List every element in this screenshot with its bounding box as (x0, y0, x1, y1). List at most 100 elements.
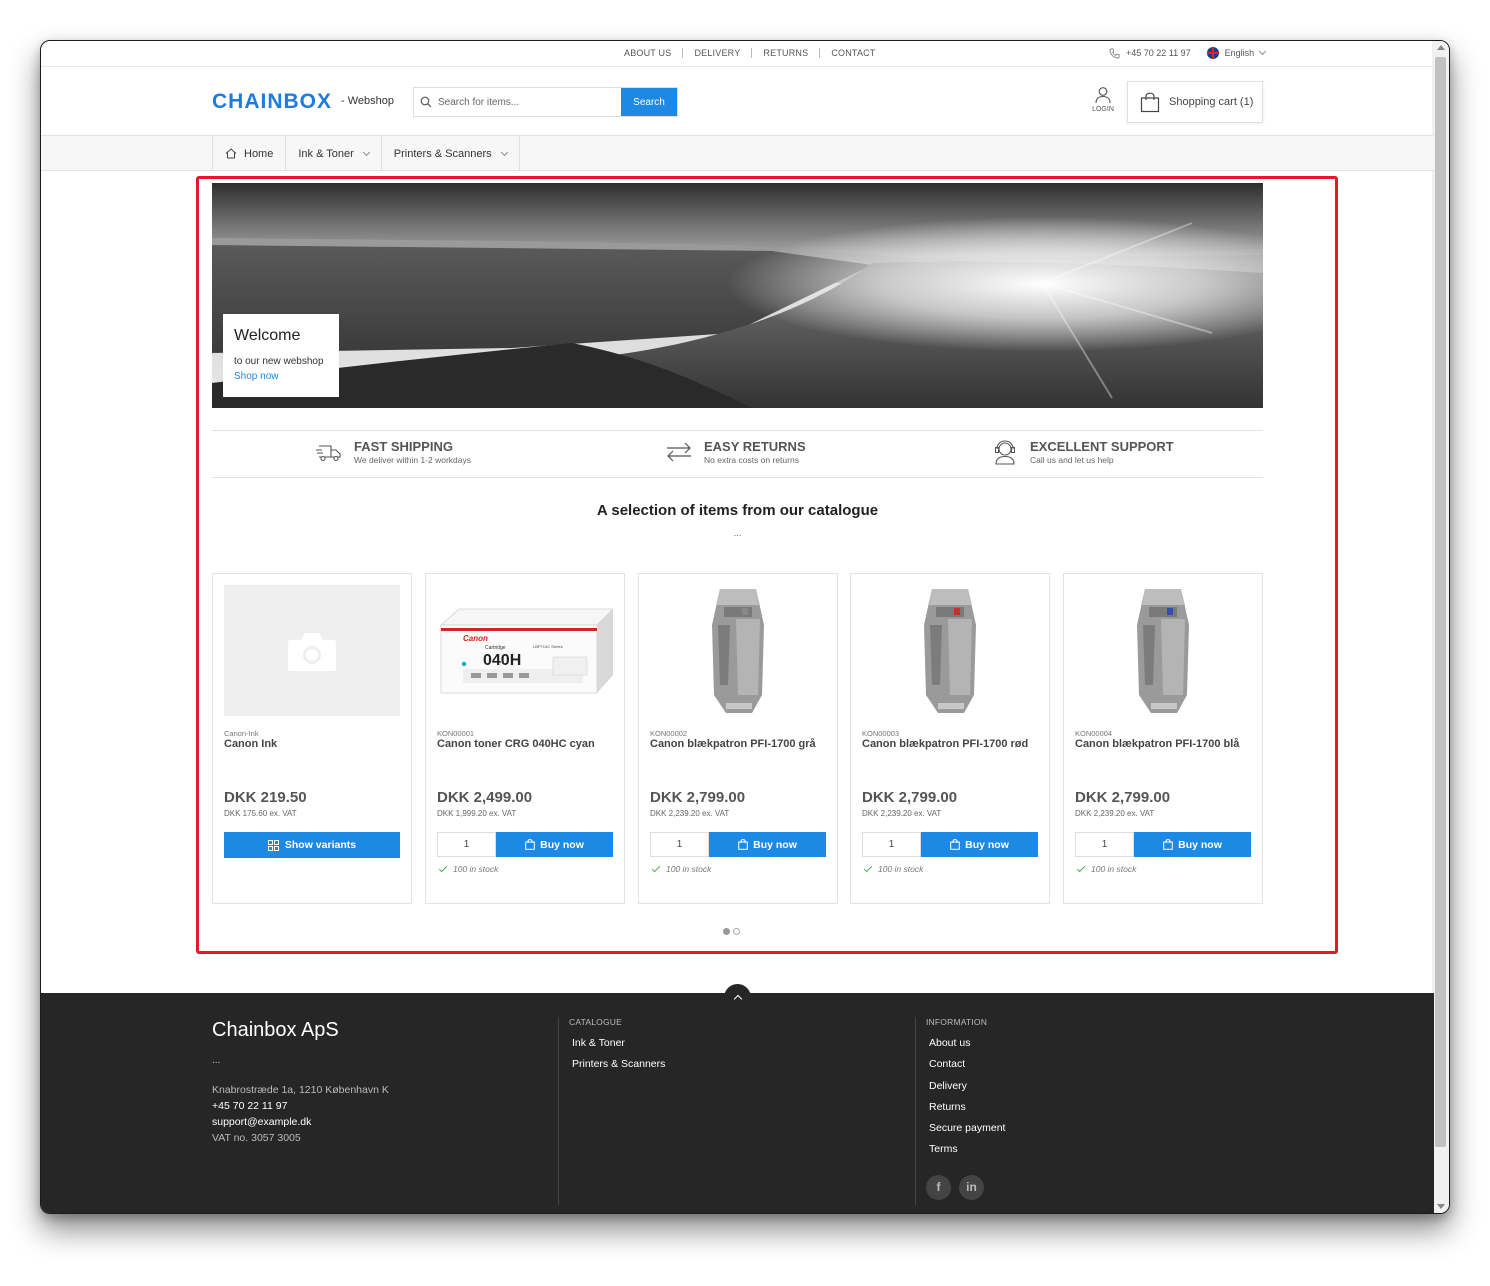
footer-address: Knabrostræde 1a, 1210 København K (212, 1084, 389, 1096)
scroll-thumb[interactable] (1435, 57, 1446, 1147)
nav-menu: Home Ink & Toner Printers & Scanners (212, 136, 520, 171)
truck-icon (316, 445, 341, 462)
product-image[interactable] (650, 585, 826, 716)
svg-text:040H: 040H (483, 652, 521, 669)
feature-subtitle: Call us and let us help (1030, 455, 1114, 465)
scroll-up-arrow-icon[interactable] (1437, 45, 1445, 50)
product-card[interactable]: Canon Cartridge 040H LBP710C Series KON0… (425, 573, 625, 904)
feature-excellent-support: EXCELLENT SUPPORT Call us and let us hel… (992, 439, 1174, 465)
search-input[interactable]: Search for items... (438, 88, 621, 116)
product-name[interactable]: Canon blækpatron PFI-1700 rød (862, 738, 1042, 750)
product-price: DKK 2,799.00 (650, 789, 746, 806)
linkedin-icon[interactable]: in (959, 1174, 984, 1200)
product-sku: Canon-Ink (224, 729, 259, 738)
checkmark-icon (1076, 863, 1086, 872)
shopping-cart-button[interactable]: Shopping cart (1) (1127, 81, 1263, 123)
product-image[interactable] (1075, 585, 1251, 716)
footer-link-contact[interactable]: Contact (926, 1054, 1005, 1075)
grid-icon (267, 839, 279, 851)
top-bar: ABOUT US DELIVERY RETURNS CONTACT +45 70… (41, 41, 1434, 67)
user-icon (1095, 87, 1111, 104)
search-button[interactable]: Search (621, 88, 677, 116)
feature-easy-returns: EASY RETURNS No extra costs on returns (666, 439, 806, 465)
footer-link-terms[interactable]: Terms (926, 1139, 1005, 1160)
footer-link-secure-payment[interactable]: Secure payment (926, 1118, 1005, 1139)
login-button[interactable]: LOGIN (1091, 86, 1115, 113)
product-price-ex-vat: DKK 1,999.20 ex. VAT (437, 809, 517, 818)
buy-now-button[interactable]: Buy now (709, 832, 826, 857)
product-card[interactable]: KON00003 Canon blækpatron PFI-1700 rød D… (850, 573, 1050, 904)
svg-text:Cartridge: Cartridge (485, 645, 506, 651)
quantity-input[interactable]: 1 (1075, 832, 1134, 857)
language-select[interactable]: English (1225, 48, 1255, 58)
shopping-bag-icon (525, 839, 535, 850)
carousel-dot[interactable] (733, 928, 740, 935)
chevron-down-icon[interactable] (1259, 47, 1267, 56)
home-icon (225, 148, 237, 159)
nav-item-ink-toner[interactable]: Ink & Toner (286, 136, 382, 171)
show-variants-label: Show variants (284, 839, 357, 851)
checkmark-icon (651, 863, 661, 872)
carousel-dot[interactable] (723, 928, 730, 935)
product-sku: KON00004 (1075, 729, 1113, 738)
stock-label: 100 in stock (878, 864, 924, 874)
product-name[interactable]: Canon Ink (224, 738, 404, 750)
scroll-to-top-button[interactable] (724, 984, 751, 1011)
nav-item-home[interactable]: Home (213, 136, 287, 171)
top-link-delivery[interactable]: DELIVERY (694, 48, 740, 58)
exchange-arrows-icon (667, 442, 691, 462)
buy-now-button[interactable]: Buy now (1134, 832, 1251, 857)
product-image[interactable]: Canon Cartridge 040H LBP710C Series (437, 585, 613, 716)
product-name[interactable]: Canon blækpatron PFI-1700 blå (1075, 738, 1255, 750)
cart-label: Shopping cart (1) (1169, 96, 1254, 108)
support-headset-icon (995, 440, 1015, 465)
feature-title: FAST SHIPPING (354, 439, 453, 454)
footer-link-printers[interactable]: Printers & Scanners (569, 1054, 665, 1075)
facebook-icon[interactable]: f (926, 1174, 951, 1200)
catalogue-title: A selection of items from our catalogue (596, 502, 879, 519)
footer-link-ink-toner[interactable]: Ink & Toner (569, 1033, 665, 1054)
ink-cartridge-blue-image (1137, 589, 1189, 713)
nav-item-printers[interactable]: Printers & Scanners (382, 136, 520, 171)
quantity-input[interactable]: 1 (862, 832, 921, 857)
product-image[interactable] (862, 585, 1038, 716)
nav-ink-toner-label: Ink & Toner (298, 147, 354, 160)
footer-link-delivery[interactable]: Delivery (926, 1076, 1005, 1097)
phone-icon (1109, 48, 1120, 58)
buy-now-button[interactable]: Buy now (496, 832, 613, 857)
buy-now-label: Buy now (1178, 838, 1222, 851)
stock-status: 100 in stock (863, 863, 924, 874)
scrollbar[interactable] (1432, 41, 1449, 1213)
footer-email[interactable]: support@example.dk (212, 1114, 389, 1130)
top-link-contact[interactable]: CONTACT (831, 48, 875, 58)
stock-status: 100 in stock (651, 863, 711, 874)
buy-now-button[interactable]: Buy now (921, 832, 1038, 857)
product-card[interactable]: KON00002 Canon blækpatron PFI-1700 grå D… (638, 573, 838, 904)
browser-window: ABOUT US DELIVERY RETURNS CONTACT +45 70… (40, 40, 1450, 1214)
footer-catalogue-heading: CATALOGUE (569, 1017, 622, 1027)
top-link-about[interactable]: ABOUT US (624, 48, 671, 58)
top-phone[interactable]: +45 70 22 11 97 (1126, 48, 1191, 58)
product-price-ex-vat: DKK 2,239.20 ex. VAT (1075, 809, 1155, 818)
product-card[interactable]: Canon-Ink Canon Ink DKK 219.50 DKK 175.6… (212, 573, 412, 904)
catalogue-subtitle: ... (733, 528, 742, 538)
toner-box-image: Canon Cartridge 040H LBP710C Series (439, 608, 613, 693)
chevron-down-icon (362, 148, 370, 156)
footer-link-returns[interactable]: Returns (926, 1097, 1005, 1118)
product-image-placeholder[interactable] (224, 585, 400, 716)
top-link-returns[interactable]: RETURNS (763, 48, 808, 58)
quantity-input[interactable]: 1 (437, 832, 496, 857)
shop-now-link[interactable]: Shop now (234, 371, 328, 382)
product-price: DKK 2,499.00 (437, 789, 533, 806)
logo[interactable]: CHAINBOX (212, 90, 332, 114)
login-label: LOGIN (1092, 106, 1114, 113)
scroll-down-arrow-icon[interactable] (1437, 1204, 1445, 1209)
product-card[interactable]: KON00004 Canon blækpatron PFI-1700 blå D… (1063, 573, 1263, 904)
footer-phone[interactable]: +45 70 22 11 97 (212, 1098, 389, 1114)
feature-title: EASY RETURNS (704, 439, 806, 454)
product-name[interactable]: Canon toner CRG 040HC cyan (437, 738, 617, 750)
quantity-input[interactable]: 1 (650, 832, 709, 857)
show-variants-button[interactable]: Show variants (224, 832, 400, 858)
footer-link-about[interactable]: About us (926, 1033, 1005, 1054)
product-name[interactable]: Canon blækpatron PFI-1700 grå (650, 738, 830, 750)
